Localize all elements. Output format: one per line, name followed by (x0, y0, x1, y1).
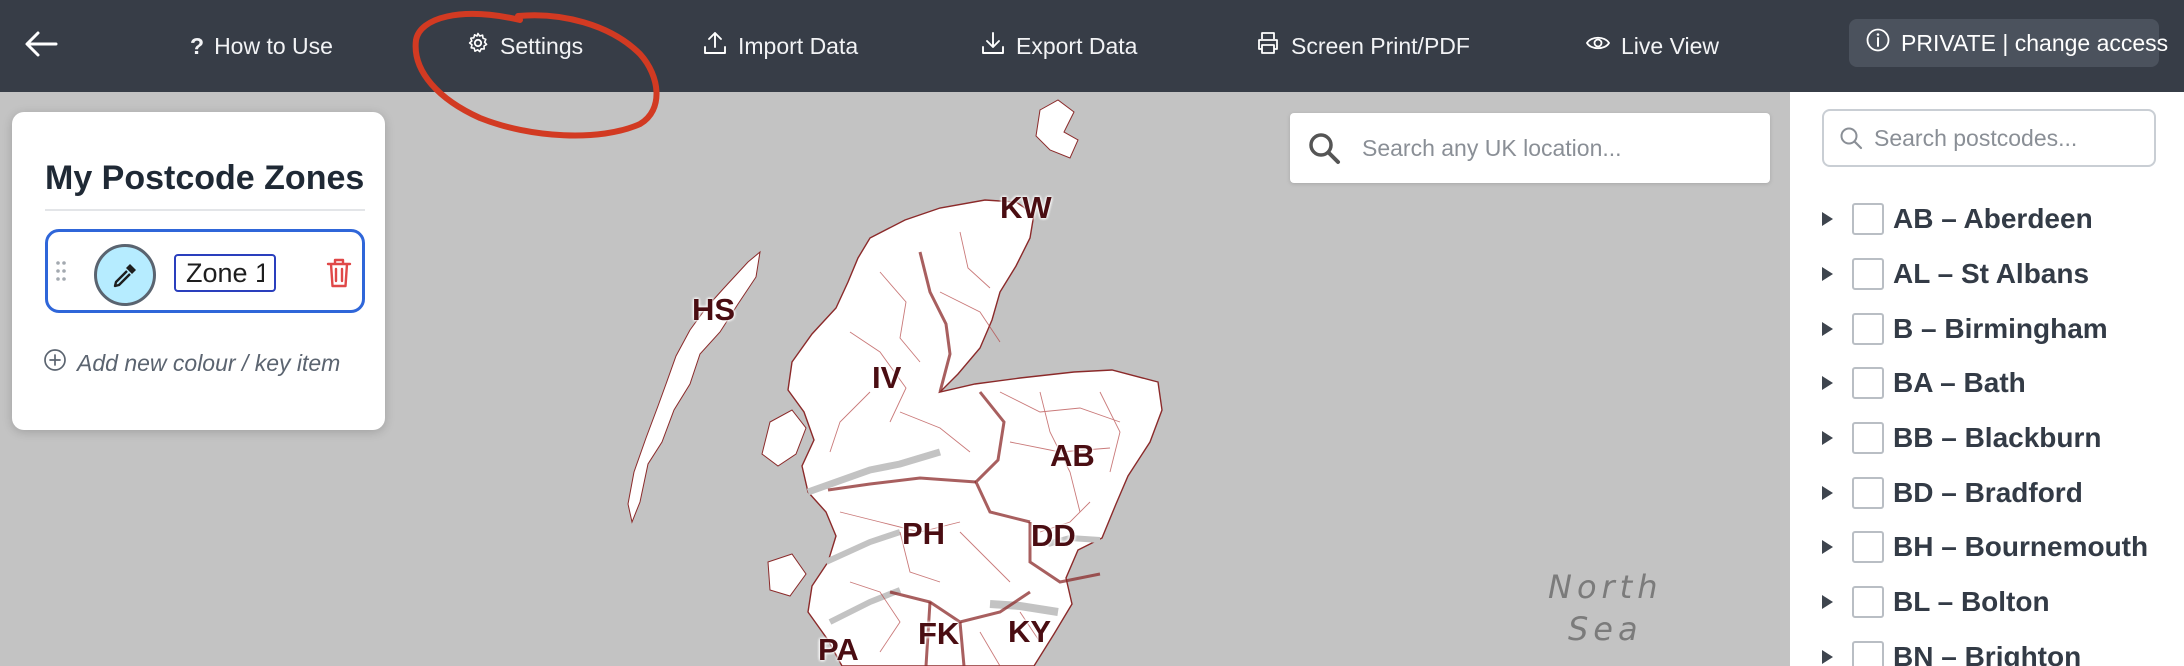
expand-caret-icon[interactable] (1822, 212, 1833, 227)
postcode-checkbox[interactable] (1852, 640, 1884, 666)
postcode-label: BH – Bournemouth (1893, 531, 2149, 563)
expand-caret-icon[interactable] (1822, 485, 1833, 500)
postcode-zones-panel: My Postcode Zones Add new colour / key i… (12, 112, 385, 430)
add-zone-label: Add new colour / key item (77, 349, 341, 376)
access-label: PRIVATE | change access (1901, 29, 2169, 56)
sea-label-line1: North (1548, 568, 1663, 606)
screen-print-label: Screen Print/PDF (1291, 32, 1470, 59)
search-icon (1840, 127, 1863, 150)
postcode-item-ba[interactable]: BA – Bath (1790, 356, 2184, 411)
postcode-checkbox[interactable] (1852, 367, 1884, 400)
postcode-item-bl[interactable]: BL – Bolton (1790, 575, 2184, 630)
postcode-label: BD – Bradford (1893, 476, 2083, 508)
postcode-checkbox[interactable] (1852, 476, 1884, 509)
postcode-item-ab[interactable]: AB – Aberdeen (1790, 192, 2184, 247)
postcode-search-input[interactable] (1874, 124, 2154, 152)
postcode-label: BA – Bath (1893, 367, 2026, 399)
scotland-mainland (787, 199, 1163, 666)
trash-icon[interactable] (324, 256, 354, 290)
access-button[interactable]: PRIVATE | change access (1849, 19, 2168, 67)
postcode-sidebar: AB – Aberdeen AL – St Albans B – Birming… (1790, 92, 2184, 666)
expand-caret-icon[interactable] (1822, 267, 1833, 282)
postcode-label: BN – Brighton (1893, 640, 2082, 666)
postcode-checkbox[interactable] (1852, 422, 1884, 455)
orkney-islands (1035, 99, 1079, 159)
live-view-label: Live View (1621, 32, 1720, 59)
expand-caret-icon[interactable] (1822, 595, 1833, 610)
export-data-label: Export Data (1016, 32, 1138, 59)
postcode-checkbox[interactable] (1852, 531, 1884, 564)
import-data-button[interactable]: Import Data (702, 26, 858, 66)
postcode-list: AB – Aberdeen AL – St Albans B – Birming… (1790, 192, 2184, 666)
screen-print-button[interactable]: Screen Print/PDF (1255, 26, 1470, 66)
area-label-ab: AB (1050, 438, 1095, 473)
postcode-item-b[interactable]: B – Birmingham (1790, 301, 2184, 356)
plus-circle-icon (43, 348, 67, 378)
area-label-dd: DD (1031, 518, 1076, 553)
postcode-checkbox[interactable] (1852, 258, 1884, 291)
location-search-input[interactable] (1362, 134, 1762, 162)
zone-item[interactable] (45, 229, 365, 313)
export-data-button[interactable]: Export Data (980, 26, 1137, 66)
postcode-search[interactable] (1822, 109, 2156, 167)
eye-icon (1585, 30, 1611, 62)
postcode-label: BB – Blackburn (1893, 422, 2102, 454)
location-search[interactable] (1290, 113, 1770, 183)
mull-island (767, 553, 807, 597)
postcode-label: AB – Aberdeen (1893, 203, 2093, 235)
area-label-fk: FK (918, 616, 960, 651)
postcode-checkbox[interactable] (1852, 586, 1884, 619)
postcode-item-bb[interactable]: BB – Blackburn (1790, 411, 2184, 466)
expand-caret-icon[interactable] (1822, 540, 1833, 555)
sea-label: North Sea (1548, 566, 1663, 650)
eyedropper-icon (113, 264, 136, 288)
expand-caret-icon[interactable] (1822, 376, 1833, 391)
postcode-checkbox[interactable] (1852, 203, 1884, 236)
postcode-label: B – Birmingham (1893, 312, 2108, 344)
live-view-button[interactable]: Live View (1585, 26, 1719, 66)
import-data-label: Import Data (738, 32, 859, 59)
area-label-iv: IV (872, 360, 902, 395)
area-label-ky: KY (1008, 614, 1052, 649)
add-zone-button[interactable]: Add new colour / key item (43, 348, 340, 378)
zone-name-input[interactable] (174, 254, 276, 292)
postcode-item-bn[interactable]: BN – Brighton (1790, 630, 2184, 666)
download-icon (980, 30, 1006, 62)
info-icon (1865, 27, 1891, 59)
zones-panel-title: My Postcode Zones (45, 159, 365, 197)
expand-caret-icon[interactable] (1822, 321, 1833, 336)
expand-caret-icon[interactable] (1822, 649, 1833, 664)
area-label-hs: HS (692, 292, 736, 327)
postcode-item-bd[interactable]: BD – Bradford (1790, 465, 2184, 520)
postcode-item-bh[interactable]: BH – Bournemouth (1790, 520, 2184, 575)
area-label-ph: PH (902, 516, 946, 551)
postcode-item-al[interactable]: AL – St Albans (1790, 247, 2184, 302)
postcode-label: BL – Bolton (1893, 586, 2050, 618)
postcode-label: AL – St Albans (1893, 258, 2090, 290)
skye-island (761, 409, 807, 467)
search-icon (1309, 133, 1340, 164)
zone-color-picker[interactable] (94, 244, 156, 306)
postcode-checkbox[interactable] (1852, 312, 1884, 345)
drag-handle-icon[interactable] (55, 260, 67, 282)
sea-label-line2: Sea (1567, 610, 1643, 648)
area-label-pa: PA (818, 632, 859, 666)
area-label-kw: KW (1000, 190, 1052, 225)
upload-icon (702, 30, 728, 62)
divider (45, 209, 365, 211)
printer-icon (1255, 30, 1281, 62)
expand-caret-icon[interactable] (1822, 431, 1833, 446)
